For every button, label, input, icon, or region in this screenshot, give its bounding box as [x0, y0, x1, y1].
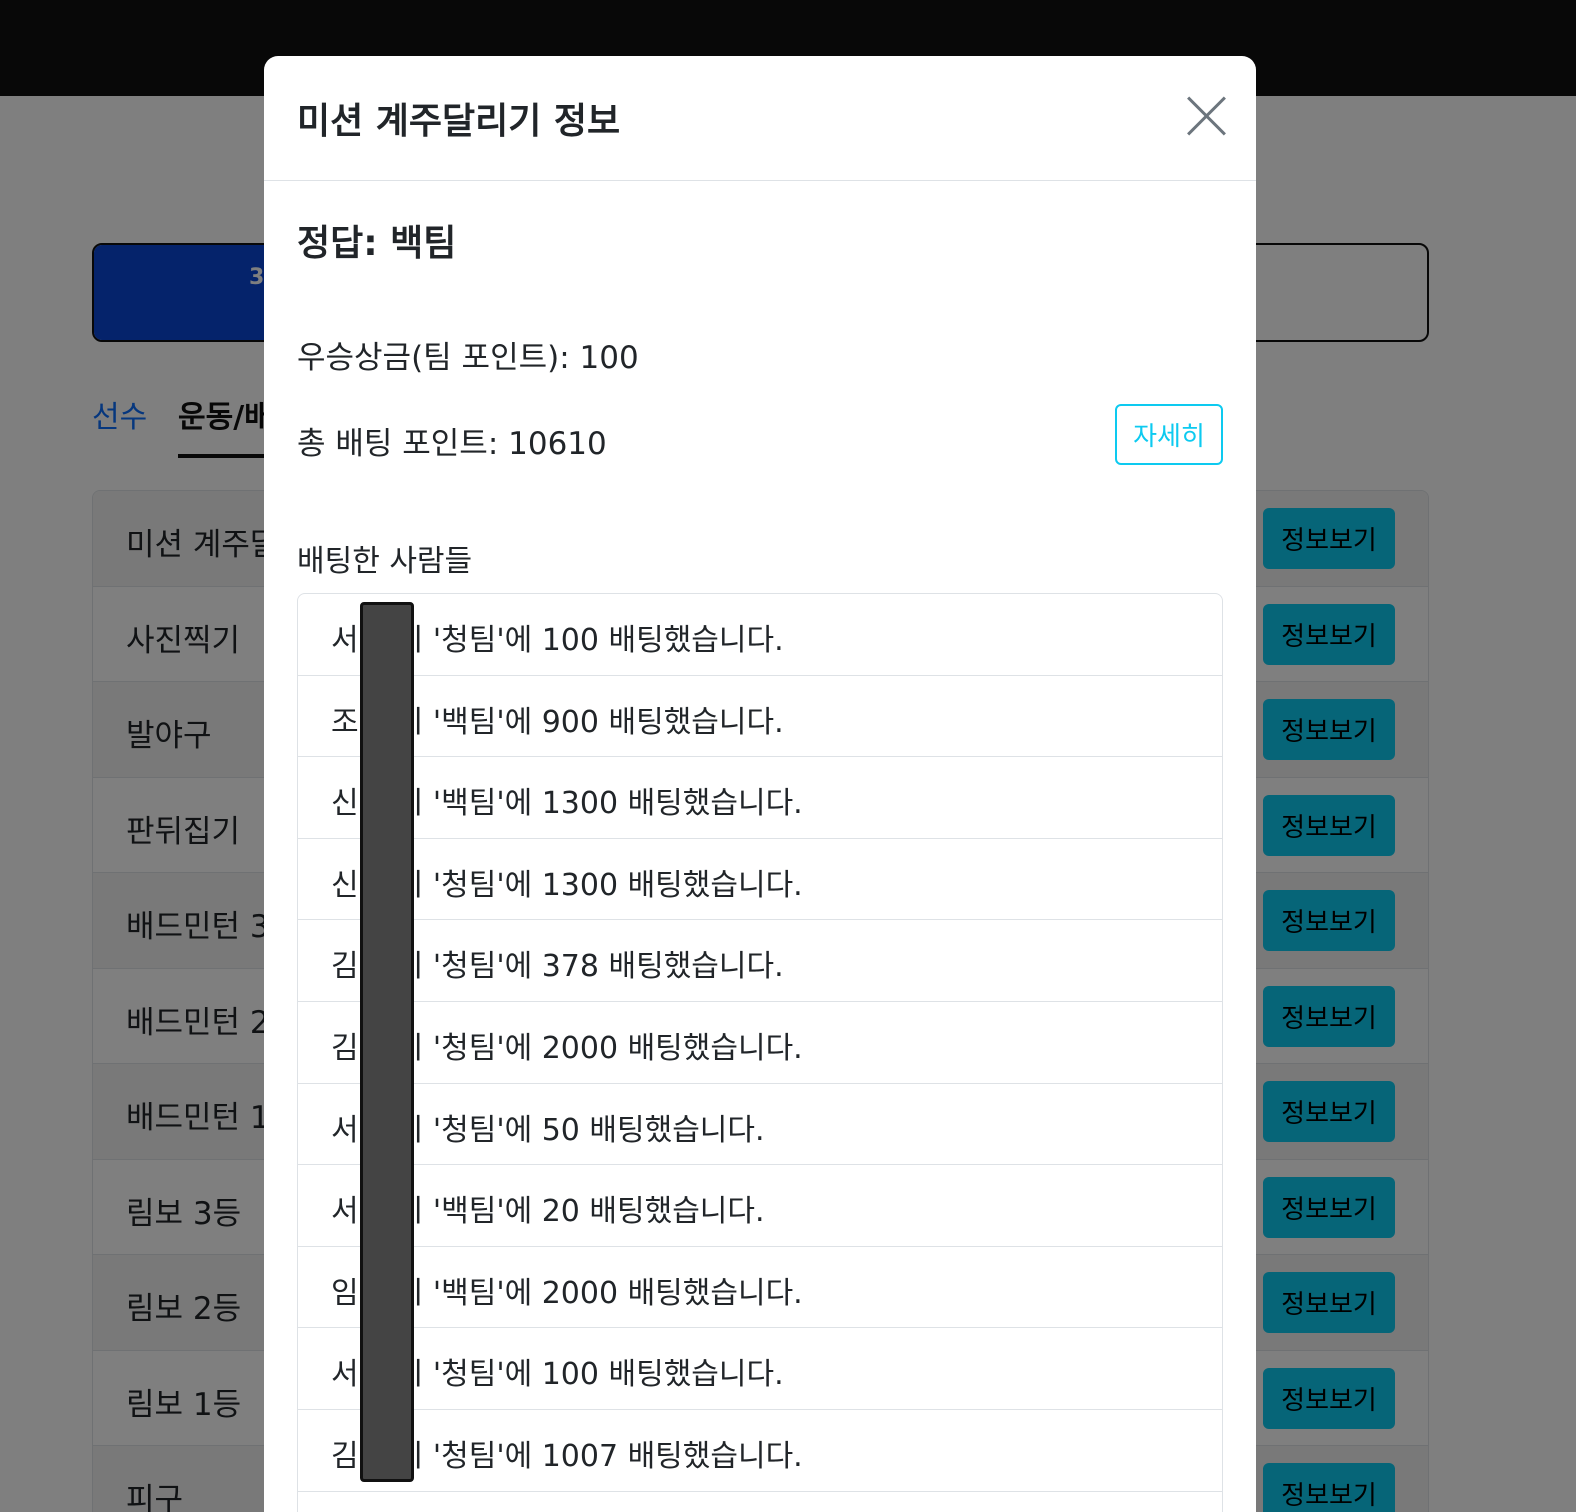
bettors-title: 배팅한 사람들 [297, 544, 473, 579]
list-item: 서 님이 '백팀'에 20 배팅했습니다. [298, 1165, 1222, 1247]
modal-title: 미션 계주달리기 정보 [297, 101, 621, 142]
close-icon[interactable] [1186, 96, 1226, 136]
list-item: 조 님이 '백팀'에 900 배팅했습니다. [298, 676, 1222, 758]
list-item: 김 님이 '청팀'에 2000 배팅했습니다. [298, 1002, 1222, 1084]
bettors-list: 서 님이 '청팀'에 100 배팅했습니다. 조 님이 '백팀'에 900 배팅… [297, 593, 1223, 1512]
detail-button[interactable]: 자세히 [1115, 404, 1223, 465]
prize-text: 우승상금(팀 포인트): 100 [297, 340, 639, 376]
list-item: 김 님이 '청팀'에 1007 배팅했습니다. [298, 1410, 1222, 1492]
list-item: 신 님이 '백팀'에 1300 배팅했습니다. [298, 757, 1222, 839]
list-item: 신 님이 '청팀'에 1300 배팅했습니다. [298, 839, 1222, 921]
list-item: 서 님이 '청팀'에 100 배팅했습니다. [298, 594, 1222, 676]
list-item: 김 님이 '청팀'에 378 배팅했습니다. [298, 920, 1222, 1002]
answer-text: 정답: 백팀 [297, 223, 457, 264]
list-item: 임 님이 '백팀'에 2000 배팅했습니다. [298, 1247, 1222, 1329]
list-item: 서 님이 '청팀'에 50 배팅했습니다. [298, 1084, 1222, 1166]
list-item: 서 님이 '청팀'에 100 배팅했습니다. [298, 1328, 1222, 1410]
redaction-mark [360, 602, 414, 1482]
total-bet-points: 총 배팅 포인트: 10610 [297, 426, 607, 462]
modal-header: 미션 계주달리기 정보 [264, 56, 1256, 181]
